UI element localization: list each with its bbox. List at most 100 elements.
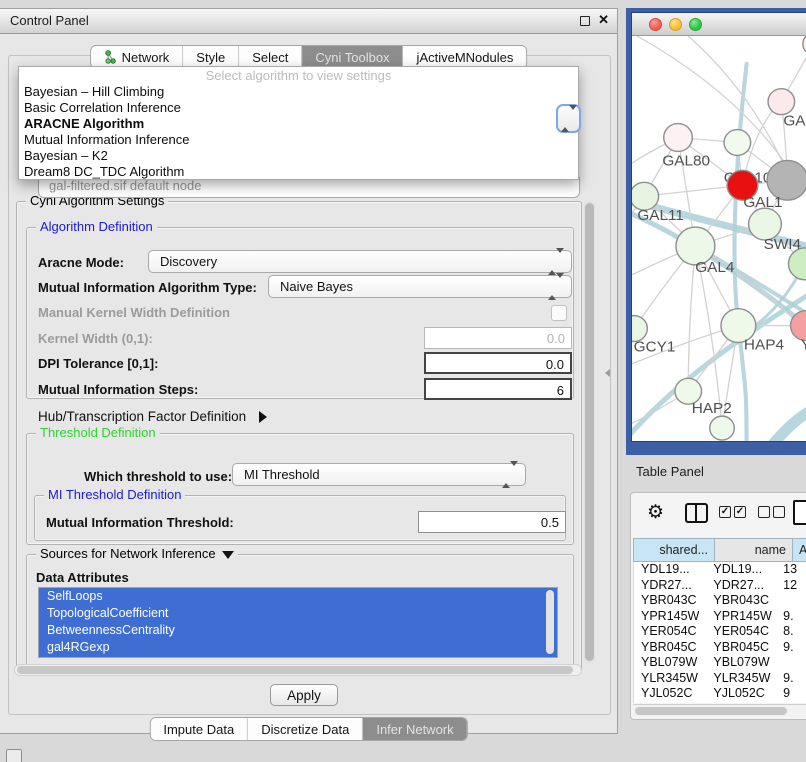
algorithm-option-basic-correlation-inference[interactable]: Basic Correlation Inference [19, 100, 578, 116]
table-row[interactable]: YBR045CYBR045C9. [634, 640, 806, 656]
hub-expander[interactable]: Hub/Transcription Factor Definition [38, 408, 267, 426]
table-cell [776, 655, 806, 671]
group-title: Threshold Definition [36, 425, 160, 440]
settings-horizontal-scrollbar[interactable] [14, 664, 582, 676]
table-cell: YJL052C [706, 686, 776, 702]
tab-infer-network[interactable]: Infer Network [363, 718, 466, 740]
select-all-checkbox-icon[interactable]: ✓ [734, 506, 746, 518]
tab-label: jActiveMNodules [417, 50, 514, 65]
network-node-gal10[interactable] [724, 130, 751, 156]
focused-combo-stepper[interactable] [556, 104, 581, 133]
expander-arrow-icon [259, 411, 267, 423]
data-attributes-list[interactable]: SelfLoopsTopologicalCoefficientBetweenne… [38, 587, 558, 658]
which-threshold-label: Which threshold to use: [84, 469, 232, 484]
tab-network[interactable]: Network [91, 46, 184, 68]
manual-kernel-label: Manual Kernel Width Definition [38, 305, 230, 320]
scrollbar-thumb[interactable] [17, 666, 573, 674]
table-cell: 9. [776, 609, 806, 625]
deselect-all-checkbox-icon[interactable] [773, 506, 785, 518]
table-header-row: shared...nameA [633, 538, 806, 562]
table-row[interactable]: YBR043CYBR043C [634, 593, 806, 609]
table-row[interactable]: YER054CYER054C8. [634, 624, 806, 640]
tab-label: Network [122, 50, 170, 65]
algorithm-option-bayesian-k2[interactable]: Bayesian – K2 [19, 148, 578, 164]
algorithm-dropdown-list: Select algorithm to view settings Bayesi… [18, 66, 579, 180]
algorithm-option-dream8-dc-tdc-algorithm[interactable]: Dream8 DC_TDC Algorithm [19, 164, 578, 180]
data-attribute-option[interactable]: BetweennessCentrality [39, 622, 557, 639]
attribute-list-scrollbar[interactable] [546, 590, 554, 654]
tab-style[interactable]: Style [183, 46, 239, 68]
table-row[interactable]: YDR27...YDR27...12 [634, 578, 806, 594]
network-node-gcy1[interactable] [632, 316, 647, 342]
algorithm-option-mutual-information-inference[interactable]: Mutual Information Inference [19, 132, 578, 148]
close-icon[interactable]: ✕ [598, 12, 609, 28]
table-cell: 9. [776, 671, 806, 687]
mi-threshold-field[interactable]: 0.5 [418, 511, 566, 533]
table-row[interactable]: YJL052CYJL052C9 [634, 686, 806, 702]
manual-kernel-checkbox[interactable] [551, 305, 567, 321]
window-close-button[interactable] [649, 18, 662, 31]
settings-vertical-scrollbar[interactable] [584, 201, 595, 663]
mi-steps-field[interactable]: 6 [424, 378, 572, 400]
network-node[interactable] [710, 416, 735, 440]
window-minimize-button[interactable] [669, 18, 682, 31]
column-header-name[interactable]: name [714, 538, 792, 562]
combo-stepper-icon [502, 466, 518, 484]
export-table-icon[interactable] [793, 500, 806, 525]
table-horizontal-scrollbar[interactable] [633, 704, 806, 717]
minimized-panel-icon[interactable] [6, 749, 22, 762]
float-window-icon[interactable] [580, 16, 590, 26]
column-header-a[interactable]: A [792, 538, 806, 562]
node-label: GAL11 [637, 207, 684, 224]
algorithm-option-aracne-algorithm[interactable]: ARACNE Algorithm [19, 116, 578, 132]
tab-label: Style [196, 50, 225, 65]
network-canvas[interactable]: GALGAL80GAL10GAL1GAL11SWI4GAL4GCY1HAP4YH… [632, 36, 806, 442]
deselect-all-checkbox-icon[interactable] [758, 506, 770, 518]
table-row[interactable]: YDL19...YDL19...13 [634, 562, 806, 578]
node-label: GCY1 [634, 339, 676, 356]
data-attribute-option[interactable]: SelfLoops [39, 588, 557, 605]
network-edge[interactable] [735, 64, 747, 442]
network-node-gal[interactable] [768, 89, 795, 115]
sources-expander[interactable]: Sources for Network Inference [36, 546, 238, 561]
network-edge[interactable] [637, 36, 785, 163]
splitpane-resize-icon[interactable] [605, 369, 610, 377]
column-header-shared-[interactable]: shared... [633, 538, 714, 562]
which-threshold-select[interactable]: MI Threshold [232, 463, 526, 486]
network-window-titlebar[interactable] [632, 13, 806, 36]
network-graph[interactable]: GALGAL80GAL10GAL1GAL11SWI4GAL4GCY1HAP4YH… [632, 36, 806, 442]
algorithm-option-bayesian-hill-climbing[interactable]: Bayesian – Hill Climbing [19, 84, 578, 100]
show-columns-icon[interactable] [685, 503, 708, 523]
tab-impute-data[interactable]: Impute Data [150, 718, 248, 740]
window-zoom-button[interactable] [689, 18, 702, 31]
tab-cyni-toolbox[interactable]: Cyni Toolbox [302, 46, 403, 68]
network-node-gal80[interactable] [664, 124, 693, 152]
scrollbar-thumb[interactable] [585, 203, 594, 661]
tab-jactivemnodules[interactable]: jActiveMNodules [404, 46, 527, 68]
table-cell: 13 [776, 562, 806, 578]
scrollbar-thumb[interactable] [635, 707, 787, 715]
aracne-mode-label: Aracne Mode: [38, 255, 124, 270]
network-view-window: GALGAL80GAL10GAL1GAL11SWI4GAL4GCY1HAP4YH… [626, 8, 806, 455]
table-row[interactable]: YPR145WYPR145W9. [634, 609, 806, 625]
kernel-width-label: Kernel Width (0,1): [38, 331, 153, 346]
tab-discretize-data[interactable]: Discretize Data [248, 718, 363, 740]
table-row[interactable]: YBL079WYBL079W [634, 655, 806, 671]
network-edge[interactable] [773, 406, 806, 442]
table-cell: YDR27... [634, 578, 706, 594]
node-label: GAL [783, 113, 806, 130]
network-node-gal11[interactable] [632, 182, 659, 210]
dpi-tolerance-field[interactable]: 0.0 [424, 352, 572, 374]
aracne-mode-select[interactable]: Discovery [148, 250, 572, 273]
table-row[interactable]: YLR345WYLR345W9. [634, 671, 806, 687]
tab-select[interactable]: Select [239, 46, 302, 68]
data-attribute-option[interactable]: TopologicalCoefficient [39, 605, 557, 622]
mi-algorithm-type-select[interactable]: Naive Bayes [268, 275, 572, 298]
gear-icon[interactable]: ⚙ [647, 501, 664, 524]
tab-label: Infer Network [376, 722, 453, 737]
select-all-checkbox-icon[interactable]: ✓ [719, 506, 731, 518]
kernel-width-field[interactable]: 0.0 [424, 327, 572, 349]
control-panel-titlebar[interactable]: Control Panel ✕ [0, 9, 617, 34]
data-attribute-option[interactable]: gal4RGexp [39, 639, 557, 656]
apply-button[interactable]: Apply [270, 684, 338, 706]
